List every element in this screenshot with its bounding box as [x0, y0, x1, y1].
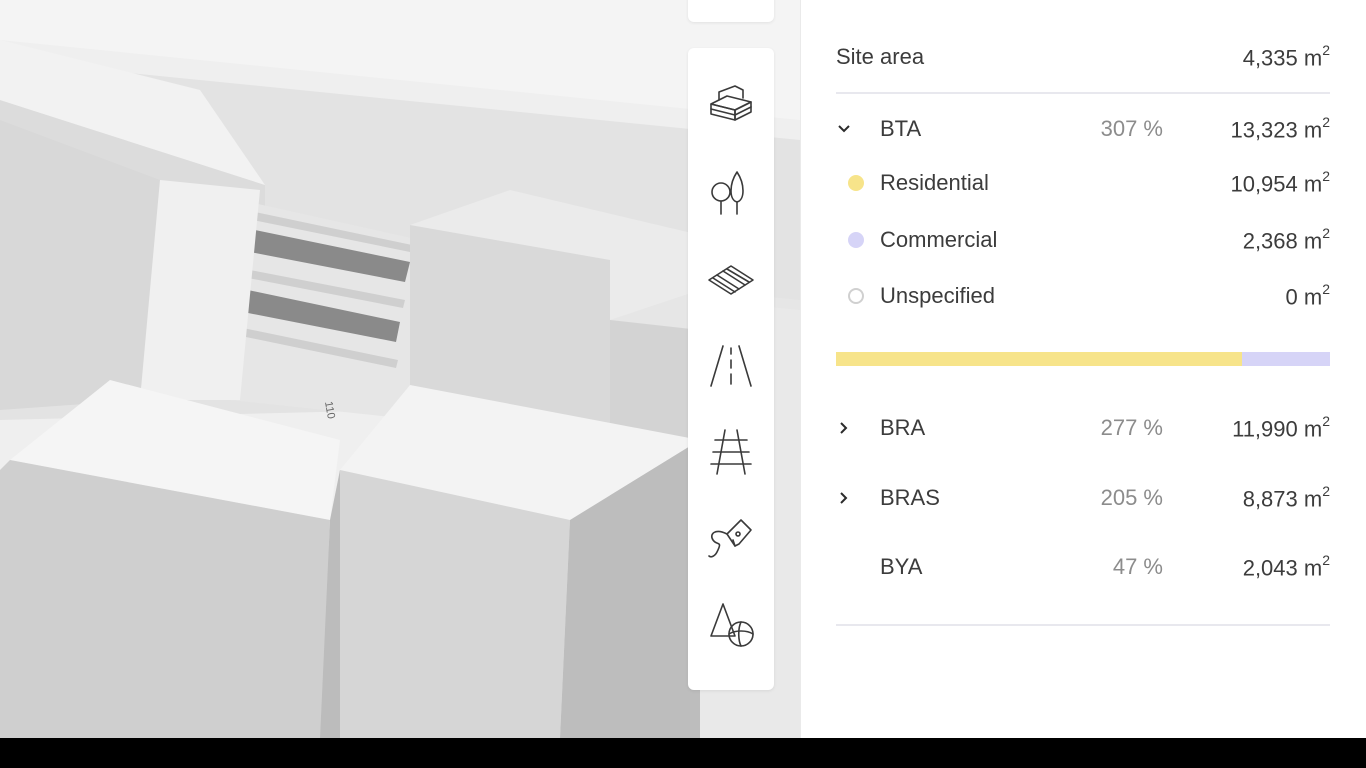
unspecified-color-dot [848, 288, 864, 304]
tool-palette [688, 48, 774, 690]
shapes-icon [710, 603, 754, 647]
residential-value: 10,954 m2 [1230, 168, 1330, 197]
bya-label: BYA [880, 554, 923, 579]
site-area-value: 4,335 m2 [1242, 42, 1330, 71]
bta-label: BTA [880, 116, 922, 141]
top-toolbar-stub [688, 0, 774, 22]
area-tool-button[interactable] [701, 250, 761, 310]
bra-percent: 277 % [1100, 415, 1163, 440]
residential-label: Residential [880, 170, 989, 195]
residential-color-dot [848, 175, 864, 191]
site-area-label: Site area [836, 44, 925, 69]
bra-value: 11,990 m2 [1232, 413, 1330, 442]
commercial-value: 2,368 m2 [1242, 225, 1330, 254]
unspecified-label: Unspecified [880, 283, 995, 308]
railway-tool-button[interactable] [701, 422, 761, 482]
building-tool-button[interactable] [701, 78, 761, 138]
bra-label: BRA [880, 415, 926, 440]
divider-bottom [836, 624, 1330, 626]
bras-value: 8,873 m2 [1242, 483, 1330, 512]
shapes-tool-button[interactable] [701, 594, 761, 654]
bya-value: 2,043 m2 [1242, 552, 1330, 581]
bta-value: 13,323 m2 [1230, 114, 1330, 143]
3d-viewport[interactable]: 110 [0, 0, 800, 738]
residential-bar-segment [836, 352, 1243, 366]
chevron-right-icon[interactable] [836, 418, 852, 438]
bta-distribution-bar [836, 352, 1330, 366]
tree-icon [711, 171, 744, 215]
chevron-right-icon[interactable] [836, 488, 852, 508]
building-icon [710, 85, 752, 121]
commercial-label: Commercial [880, 227, 998, 252]
bras-percent: 205 % [1100, 485, 1163, 510]
area-summary-panel: Site area 4,335 m2 BTA 307 % 13,323 m2 R… [801, 0, 1366, 738]
road-tool-button[interactable] [701, 336, 761, 396]
unspecified-value: 0 m2 [1285, 281, 1330, 310]
bya-percent: 47 % [1112, 554, 1163, 579]
chevron-down-icon[interactable] [836, 119, 852, 139]
commercial-color-dot [848, 232, 864, 248]
draw-tool-button[interactable] [701, 508, 761, 568]
app-frame: 110 Site area 4,335 m2 BTA 307 % 13,323 … [0, 0, 1366, 738]
bta-percent: 307 % [1100, 116, 1163, 141]
vegetation-tool-button[interactable] [701, 164, 761, 224]
divider-top [836, 92, 1330, 94]
bras-label: BRAS [880, 485, 940, 510]
area-hatch-icon [708, 265, 754, 295]
road-icon [710, 345, 752, 387]
city-model-scene[interactable]: 110 [0, 0, 800, 738]
pen-draw-icon [708, 519, 752, 558]
commercial-bar-segment [1242, 352, 1330, 366]
railway-icon [710, 429, 752, 475]
